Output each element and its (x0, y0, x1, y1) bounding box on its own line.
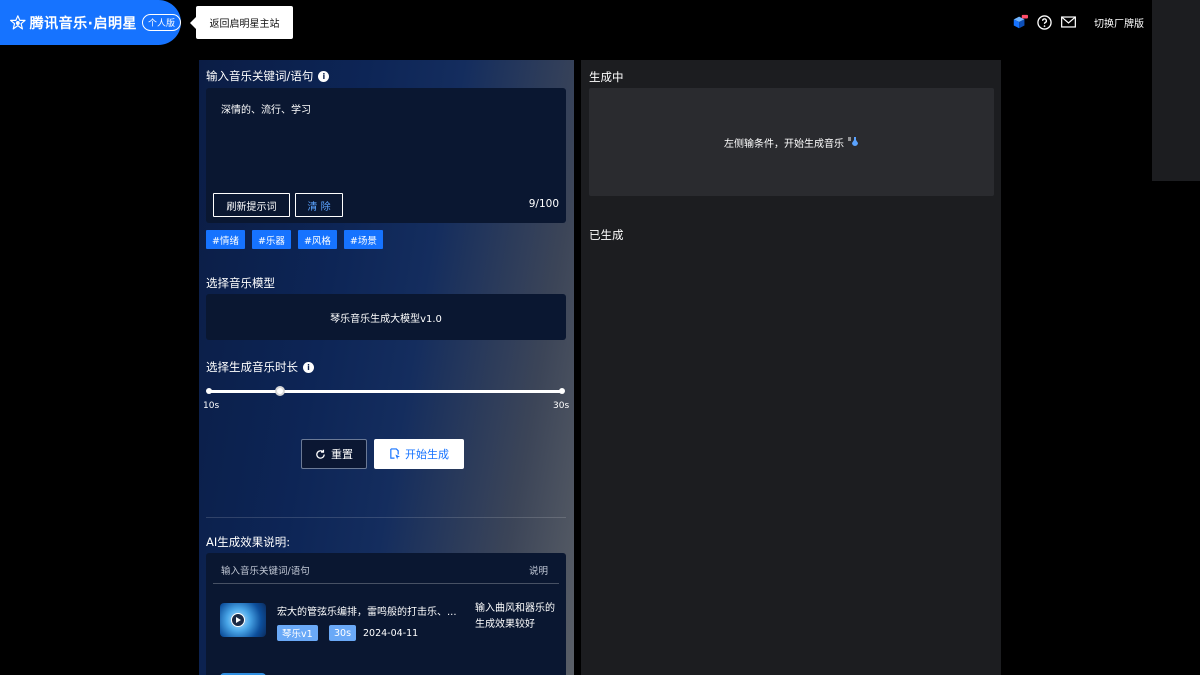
tag-scene[interactable]: #场景 (343, 230, 383, 249)
header-divider (213, 583, 559, 584)
mail-icon[interactable] (1060, 14, 1076, 30)
input-panel: 输入音乐关键词/语句 i 深情的、流行、学习 刷新提示词 清 除 9/100 #… (199, 60, 574, 675)
col-keywords-header: 输入音乐关键词/语句 (221, 566, 310, 577)
effects-table: 输入音乐关键词/语句 说明 宏大的管弦乐编排，雷鸣般的打击乐、... 琴乐v1 … (206, 553, 566, 675)
reset-button[interactable]: 重置 (301, 439, 367, 469)
track-description: 输入曲风和器乐的生成效果较好 (475, 603, 555, 630)
generating-hint: 左侧输条件，开始生成音乐 (724, 138, 844, 150)
generating-placeholder: 左侧输条件，开始生成音乐 (589, 88, 994, 196)
refresh-prompt-button[interactable]: 刷新提示词 (213, 193, 290, 217)
help-icon[interactable] (1036, 14, 1052, 30)
refresh-icon (316, 449, 325, 459)
slider-min-dot (206, 388, 212, 394)
play-icon[interactable] (231, 613, 245, 627)
brand-logo-area[interactable]: 腾讯音乐·启明星 个人版 (0, 0, 181, 45)
duration-title-text: 选择生成音乐时长 (206, 360, 298, 374)
section-divider (206, 517, 566, 518)
col-description-header: 说明 (529, 566, 549, 577)
effects-section-title: AI生成效果说明: (206, 535, 291, 549)
clear-button[interactable]: 清 除 (295, 193, 343, 217)
switch-label-edition-link[interactable]: 切换厂牌版 (1094, 15, 1144, 30)
output-panel-lower (581, 472, 1001, 675)
side-panel-edge (1152, 0, 1200, 181)
duration-slider[interactable] (206, 386, 565, 398)
duration-badge: 30s (329, 625, 357, 641)
slider-max-dot (559, 388, 565, 394)
char-count: 9/100 (528, 198, 559, 210)
info-icon[interactable]: i (303, 361, 314, 373)
edition-badge: 个人版 (141, 14, 181, 31)
keywords-title-text: 输入音乐关键词/语句 (206, 69, 314, 83)
start-label: 开始生成 (405, 448, 449, 461)
tag-style[interactable]: #风格 (297, 230, 337, 249)
generate-icon (390, 448, 400, 460)
output-panel: 生成中 左侧输条件，开始生成音乐 已生成 (581, 60, 1001, 472)
start-generate-button[interactable]: 开始生成 (374, 439, 464, 469)
tag-instrument[interactable]: #乐器 (251, 230, 291, 249)
prompt-text[interactable]: 深情的、流行、学习 (221, 101, 311, 116)
header-actions: 切换厂牌版 (1012, 14, 1144, 30)
star-logo-icon (10, 14, 26, 29)
duration-section-title: 选择生成音乐时长 i (206, 359, 314, 375)
track-prompt-text: 宏大的管弦乐编排，雷鸣般的打击乐、... (277, 607, 457, 618)
generating-title: 生成中 (589, 70, 624, 84)
model-badge: 琴乐v1 (277, 625, 318, 641)
track-date: 2024-04-11 (363, 628, 419, 639)
info-icon[interactable]: i (318, 70, 330, 82)
generated-title: 已生成 (589, 228, 624, 242)
prompt-textarea[interactable]: 深情的、流行、学习 刷新提示词 清 除 9/100 (206, 88, 566, 223)
slider-track[interactable] (209, 390, 562, 393)
reset-label: 重置 (331, 448, 353, 461)
slider-thumb[interactable] (274, 386, 285, 396)
keywords-section-title: 输入音乐关键词/语句 i (206, 68, 330, 84)
slider-max-label: 30s (553, 401, 570, 411)
brand-name: 腾讯音乐·启明星 (29, 15, 137, 32)
slider-min-label: 10s (203, 401, 220, 411)
tag-list: #情绪 #乐器 #风格 #场景 (206, 230, 383, 249)
music-bottle-icon (848, 137, 858, 146)
model-section-title: 选择音乐模型 (206, 276, 275, 290)
back-to-main-site-link[interactable]: 返回启明星主站 (190, 6, 293, 39)
model-option[interactable]: 琴乐音乐生成大模型v1.0 (206, 294, 566, 340)
cube-gift-icon[interactable] (1012, 14, 1028, 30)
action-buttons: 重置 开始生成 (301, 439, 464, 469)
tag-emotion[interactable]: #情绪 (206, 230, 245, 249)
track-cover-thumbnail[interactable] (220, 603, 266, 637)
